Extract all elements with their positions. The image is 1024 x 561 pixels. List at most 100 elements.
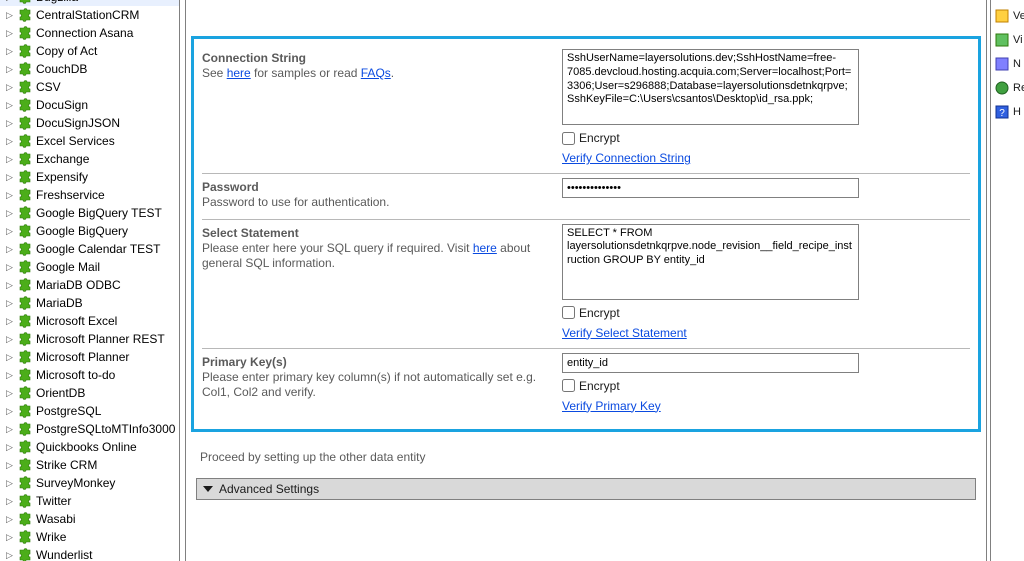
tree-item-label: Exchange xyxy=(36,152,89,166)
tree-item[interactable]: ▷ PostgreSQL xyxy=(0,402,179,420)
tree-item-label: Google Calendar TEST xyxy=(36,242,161,256)
expand-icon[interactable]: ▷ xyxy=(4,550,15,561)
tree-item[interactable]: ▷ Strike CRM xyxy=(0,456,179,474)
tree-item-label: CSV xyxy=(36,80,61,94)
puzzle-icon xyxy=(17,457,33,473)
expand-icon[interactable]: ▷ xyxy=(4,154,15,165)
expand-icon[interactable]: ▷ xyxy=(4,424,15,435)
tree-item[interactable]: ▷ Microsoft to-do xyxy=(0,366,179,384)
puzzle-icon xyxy=(17,295,33,311)
connection-string-textarea[interactable] xyxy=(562,49,859,125)
expand-icon[interactable]: ▷ xyxy=(4,298,15,309)
samples-here-link[interactable]: here xyxy=(227,66,251,80)
tree-item-label: MariaDB xyxy=(36,296,83,310)
right-panel-item[interactable]: Vi xyxy=(991,28,1024,52)
expand-icon[interactable]: ▷ xyxy=(4,334,15,345)
expand-icon[interactable]: ▷ xyxy=(4,0,15,3)
pk-encrypt-wrap[interactable]: Encrypt xyxy=(562,379,970,393)
tree-item[interactable]: ▷ Microsoft Planner xyxy=(0,348,179,366)
expand-icon[interactable]: ▷ xyxy=(4,280,15,291)
expand-icon[interactable]: ▷ xyxy=(4,532,15,543)
expand-icon[interactable]: ▷ xyxy=(4,82,15,93)
tree-item[interactable]: ▷ SurveyMonkey xyxy=(0,474,179,492)
tree-item[interactable]: ▷ Microsoft Planner REST xyxy=(0,330,179,348)
tree-item[interactable]: ▷ Freshservice xyxy=(0,186,179,204)
tree-item-label: Wunderlist xyxy=(36,548,92,561)
advanced-settings-bar[interactable]: Advanced Settings xyxy=(196,478,976,500)
tree-item[interactable]: ▷ Excel Services xyxy=(0,132,179,150)
right-panel-item[interactable]: Ve xyxy=(991,4,1024,28)
text: . xyxy=(391,66,394,80)
expand-icon[interactable]: ▷ xyxy=(4,316,15,327)
faqs-link[interactable]: FAQs xyxy=(361,66,391,80)
expand-icon[interactable]: ▷ xyxy=(4,64,15,75)
tree-item[interactable]: ▷ MariaDB xyxy=(0,294,179,312)
expand-icon[interactable]: ▷ xyxy=(4,514,15,525)
tree-item[interactable]: ▷ Google BigQuery xyxy=(0,222,179,240)
expand-icon[interactable]: ▷ xyxy=(4,100,15,111)
right-panel-item[interactable]: ?H xyxy=(991,100,1024,124)
expand-icon[interactable]: ▷ xyxy=(4,244,15,255)
tree-item[interactable]: ▷ OrientDB xyxy=(0,384,179,402)
tree-item[interactable]: ▷ DocuSignJSON xyxy=(0,114,179,132)
right-panel-item[interactable]: Re xyxy=(991,76,1024,100)
conn-encrypt-checkbox[interactable] xyxy=(562,132,575,145)
expand-icon[interactable]: ▷ xyxy=(4,136,15,147)
tree-item[interactable]: ▷ Wunderlist xyxy=(0,546,179,561)
verify-primary-key-link[interactable]: Verify Primary Key xyxy=(562,399,970,413)
select-encrypt-checkbox[interactable] xyxy=(562,306,575,319)
tree-item-label: Microsoft to-do xyxy=(36,368,115,382)
expand-icon[interactable]: ▷ xyxy=(4,28,15,39)
tree-item[interactable]: ▷ CouchDB xyxy=(0,60,179,78)
expand-icon[interactable]: ▷ xyxy=(4,46,15,57)
expand-icon[interactable]: ▷ xyxy=(4,460,15,471)
verify-connection-string-link[interactable]: Verify Connection String xyxy=(562,151,970,165)
tree-item[interactable]: ▷ Expensify xyxy=(0,168,179,186)
expand-icon[interactable]: ▷ xyxy=(4,406,15,417)
expand-icon[interactable]: ▷ xyxy=(4,262,15,273)
pk-encrypt-checkbox[interactable] xyxy=(562,379,575,392)
expand-icon[interactable]: ▷ xyxy=(4,226,15,237)
tree-item[interactable]: ▷ DocuSign xyxy=(0,96,179,114)
puzzle-icon xyxy=(17,151,33,167)
expand-icon[interactable]: ▷ xyxy=(4,496,15,507)
tree-item[interactable]: ▷ Twitter xyxy=(0,492,179,510)
expand-icon[interactable]: ▷ xyxy=(4,352,15,363)
text: for samples or read xyxy=(251,66,361,80)
tree-item[interactable]: ▷ CSV xyxy=(0,78,179,96)
tree-item[interactable]: ▷ Google BigQuery TEST xyxy=(0,204,179,222)
tree-item[interactable]: ▷ Copy of Act xyxy=(0,42,179,60)
tree-item[interactable]: ▷ CentralStationCRM xyxy=(0,6,179,24)
select-statement-textarea[interactable] xyxy=(562,224,859,300)
expand-icon[interactable]: ▷ xyxy=(4,208,15,219)
expand-icon[interactable]: ▷ xyxy=(4,478,15,489)
expand-icon[interactable]: ▷ xyxy=(4,118,15,129)
tree-item[interactable]: ▷ Google Calendar TEST xyxy=(0,240,179,258)
tree-item-label: OrientDB xyxy=(36,386,85,400)
expand-icon[interactable]: ▷ xyxy=(4,388,15,399)
tree-item[interactable]: ▷ MariaDB ODBC xyxy=(0,276,179,294)
select-encrypt-wrap[interactable]: Encrypt xyxy=(562,306,970,320)
tree-item[interactable]: ▷ PostgreSQLtoMTInfo3000 xyxy=(0,420,179,438)
tree-item[interactable]: ▷ Wrike xyxy=(0,528,179,546)
puzzle-icon xyxy=(17,367,33,383)
tree-item[interactable]: ▷ Google Mail xyxy=(0,258,179,276)
expand-icon[interactable]: ▷ xyxy=(4,370,15,381)
primary-key-input[interactable] xyxy=(562,353,859,373)
expand-icon[interactable]: ▷ xyxy=(4,10,15,21)
password-input[interactable] xyxy=(562,178,859,198)
tree-item[interactable]: ▷ Quickbooks Online xyxy=(0,438,179,456)
select-here-link[interactable]: here xyxy=(473,241,497,255)
conn-encrypt-wrap[interactable]: Encrypt xyxy=(562,131,970,145)
right-panel-item[interactable]: N xyxy=(991,52,1024,76)
expand-icon[interactable]: ▷ xyxy=(4,190,15,201)
tree-item[interactable]: ▷ Connection Asana xyxy=(0,24,179,42)
tree-item[interactable]: ▷ Wasabi xyxy=(0,510,179,528)
puzzle-icon xyxy=(17,25,33,41)
tree-item[interactable]: ▷ Microsoft Excel xyxy=(0,312,179,330)
expand-icon[interactable]: ▷ xyxy=(4,442,15,453)
connection-string-title: Connection String xyxy=(202,51,552,65)
tree-item[interactable]: ▷ Exchange xyxy=(0,150,179,168)
expand-icon[interactable]: ▷ xyxy=(4,172,15,183)
verify-select-statement-link[interactable]: Verify Select Statement xyxy=(562,326,970,340)
